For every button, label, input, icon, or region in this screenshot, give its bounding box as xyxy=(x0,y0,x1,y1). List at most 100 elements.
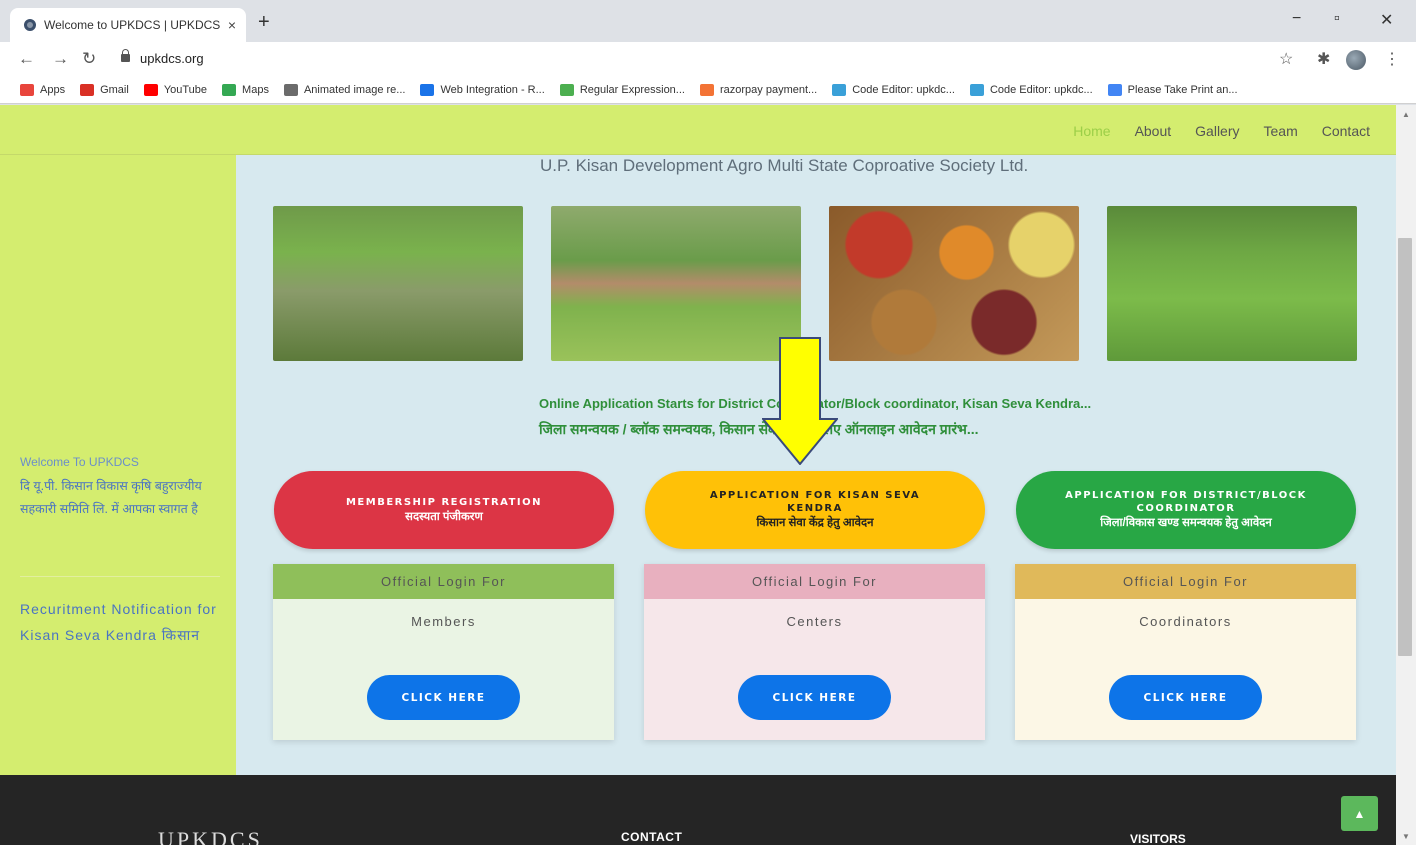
centers-login-button[interactable]: CLICK HERE xyxy=(738,675,891,720)
razorpay-icon xyxy=(699,83,714,96)
close-window-icon[interactable]: ✕ xyxy=(1380,10,1393,30)
bookmark-item[interactable]: Please Take Print an... xyxy=(1107,83,1238,96)
address-bar[interactable]: upkdcs.org xyxy=(140,51,204,66)
feather-icon xyxy=(420,83,435,96)
bookmark-item[interactable]: Gmail xyxy=(80,83,129,96)
bookmark-item[interactable]: YouTube xyxy=(143,83,208,96)
scroll-down-arrow-icon[interactable]: ▼ xyxy=(1402,832,1410,841)
coordinators-login-card: Official Login For Coordinators CLICK HE… xyxy=(1015,564,1356,740)
bookmark-label: Maps xyxy=(242,83,269,96)
welcome-text-en: Welcome To UPKDCS xyxy=(20,455,139,469)
site-navbar: Home About Gallery Team Contact xyxy=(0,105,1396,155)
card-header: Official Login For xyxy=(273,564,614,599)
bookmark-item[interactable]: Code Editor: upkdc... xyxy=(969,83,1093,96)
gmail-icon xyxy=(80,83,95,96)
extensions-icon[interactable]: ✱ xyxy=(1317,49,1330,69)
maximize-icon[interactable]: ▫ xyxy=(1334,10,1340,28)
bookmark-item[interactable]: Animated image re... xyxy=(283,83,406,96)
card-role: Members xyxy=(411,614,476,629)
scrollbar-thumb[interactable] xyxy=(1398,238,1412,656)
district-block-coordinator-application-button[interactable]: APPLICATION FOR DISTRICT/BLOCK COORDINAT… xyxy=(1016,471,1356,549)
footer-contact-heading: CONTACT xyxy=(621,830,683,844)
nav-item-about[interactable]: About xyxy=(1135,123,1172,139)
centers-login-card: Official Login For Centers CLICK HERE xyxy=(644,564,985,740)
bookmark-item[interactable]: Regular Expression... xyxy=(559,83,685,96)
browser-tab[interactable]: Welcome to UPKDCS | UPKDCS × xyxy=(10,8,246,42)
recruitment-marquee[interactable]: Recuritment Notification for Kisan Seva … xyxy=(20,596,220,646)
bookmark-label: YouTube xyxy=(163,83,208,96)
apps-grid-icon xyxy=(20,83,34,96)
membership-registration-button[interactable]: MEMBERSHIP REGISTRATION सदस्यता पंजीकरण xyxy=(274,471,614,549)
card-role: Coordinators xyxy=(1139,614,1232,629)
tab-close-icon[interactable]: × xyxy=(228,17,236,33)
bookmark-label: Web Integration - R... xyxy=(440,83,545,96)
bookmark-label: Animated image re... xyxy=(303,83,406,96)
rice-planting-photo xyxy=(273,206,523,361)
wheat-field-photo xyxy=(1107,206,1357,361)
tab-title: Welcome to UPKDCS | UPKDCS xyxy=(44,18,221,32)
welcome-text-hi: दि यू.पी. किसान विकास कृषि बहुराज्यीय सह… xyxy=(20,479,202,516)
nav-item-contact[interactable]: Contact xyxy=(1322,123,1370,139)
regex-icon xyxy=(559,83,574,96)
bookmark-item[interactable]: Code Editor: upkdc... xyxy=(832,83,955,96)
site-footer: UPKDCS CONTACT VISITORS xyxy=(0,775,1396,845)
bookmark-label: Code Editor: upkdc... xyxy=(852,83,955,96)
organization-name: U.P. Kisan Development Agro Multi State … xyxy=(540,156,1029,175)
scroll-to-top-button[interactable]: ▲ xyxy=(1341,796,1378,831)
bookmark-label: Regular Expression... xyxy=(579,83,685,96)
footer-visitors-heading: VISITORS xyxy=(1130,832,1186,845)
button-label-hi: सदस्यता पंजीकरण xyxy=(405,510,483,523)
google-icon xyxy=(1107,83,1122,96)
grains-sacks-photo xyxy=(829,206,1079,361)
notice-text-hi[interactable]: जिला समन्वयक / ब्लॉक समन्वयक, किसान सेवा… xyxy=(539,420,979,439)
profile-avatar[interactable] xyxy=(1346,50,1366,70)
browser-toolbar: ← → ↻ upkdcs.org ☆ ✱ ⋮ xyxy=(0,42,1416,76)
bookmark-label: Please Take Print an... xyxy=(1127,83,1238,96)
sidebar: Welcome To UPKDCS दि यू.पी. किसान विकास … xyxy=(0,155,236,775)
sidebar-divider xyxy=(20,576,220,577)
minimize-icon[interactable]: − xyxy=(1292,10,1301,28)
kisan-seva-kendra-application-button[interactable]: APPLICATION FOR KISAN SEVA KENDRA किसान … xyxy=(645,471,985,549)
maps-icon xyxy=(222,83,237,96)
button-label-hi: जिला/विकास खण्ड समन्वयक हेतु आवेदन xyxy=(1100,517,1272,529)
reload-icon[interactable]: ↻ xyxy=(82,49,96,69)
nav-menu: Home About Gallery Team Contact xyxy=(1073,123,1370,139)
image-icon xyxy=(283,83,298,96)
footer-logo: UPKDCS xyxy=(158,827,263,845)
bookmark-star-icon[interactable]: ☆ xyxy=(1279,49,1293,69)
nav-item-home[interactable]: Home xyxy=(1073,123,1110,139)
bookmark-item[interactable]: Web Integration - R... xyxy=(420,83,545,96)
forward-arrow-icon[interactable]: → xyxy=(52,49,69,69)
yellow-down-arrow-icon xyxy=(762,337,838,465)
back-arrow-icon[interactable]: ← xyxy=(18,49,35,69)
bookmark-label: Apps xyxy=(40,83,66,96)
scroll-up-arrow-icon[interactable]: ▲ xyxy=(1402,110,1410,119)
bookmark-label: razorpay payment... xyxy=(719,83,818,96)
bookmarks-bar: Apps Gmail YouTube Maps Animated image re...… xyxy=(0,76,1416,104)
code-editor-icon xyxy=(832,83,847,96)
browser-menu-icon[interactable]: ⋮ xyxy=(1384,49,1400,69)
youtube-icon xyxy=(143,83,158,96)
browser-tab-strip: Welcome to UPKDCS | UPKDCS × + − ▫ ✕ xyxy=(0,0,1416,42)
code-editor-icon xyxy=(969,83,984,96)
bookmark-label: Code Editor: upkdc... xyxy=(989,83,1093,96)
members-login-button[interactable]: CLICK HERE xyxy=(367,675,520,720)
button-label-hi: किसान सेवा केंद्र हेतु आवेदन xyxy=(756,517,874,529)
card-role: Centers xyxy=(786,614,843,629)
coordinators-login-button[interactable]: CLICK HERE xyxy=(1109,675,1262,720)
card-header: Official Login For xyxy=(1015,564,1356,599)
new-tab-button[interactable]: + xyxy=(258,12,270,32)
bookmark-item[interactable]: Apps xyxy=(20,83,66,96)
nav-item-gallery[interactable]: Gallery xyxy=(1195,123,1239,139)
nav-item-team[interactable]: Team xyxy=(1264,123,1298,139)
button-label-en: APPLICATION FOR KISAN SEVA KENDRA xyxy=(709,490,921,514)
bookmark-item[interactable]: Maps xyxy=(222,83,269,96)
site-favicon-icon xyxy=(24,19,36,31)
card-header: Official Login For xyxy=(644,564,985,599)
web-page: Home About Gallery Team Contact Welcome To U… xyxy=(0,105,1396,845)
bookmark-item[interactable]: razorpay payment... xyxy=(699,83,818,96)
bookmark-label: Gmail xyxy=(100,83,129,96)
members-login-card: Official Login For Members CLICK HERE xyxy=(273,564,614,740)
button-label-en: APPLICATION FOR DISTRICT/BLOCK COORDINAT… xyxy=(1065,490,1307,514)
button-label-en: MEMBERSHIP REGISTRATION xyxy=(345,496,543,508)
